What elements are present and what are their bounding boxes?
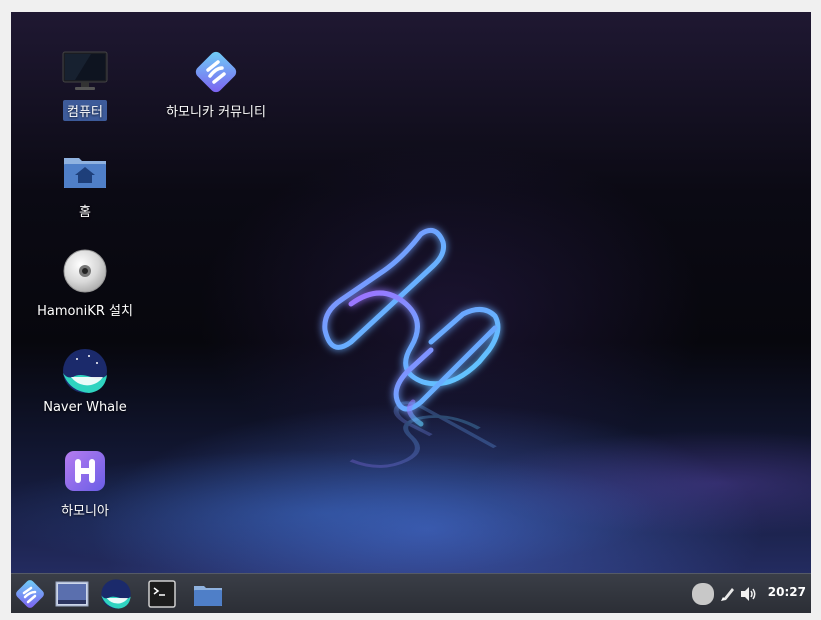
desktop-icon-label: Naver Whale <box>43 400 127 415</box>
monitor-icon <box>62 51 108 90</box>
desktop-icon-install[interactable]: HamoniKR 설치 <box>25 247 145 320</box>
whale-browser-icon <box>101 579 131 609</box>
desktop-icon-hamonia[interactable]: 하모니아 <box>25 447 145 520</box>
whale-launcher-button[interactable] <box>99 578 133 610</box>
clock[interactable]: 20:27 <box>768 585 806 599</box>
desktop-icon-label: 하모니카 커뮤니티 <box>166 105 266 120</box>
files-launcher-button[interactable] <box>191 578 225 610</box>
cd-disc-icon <box>63 249 107 293</box>
menu-button[interactable] <box>13 578 47 610</box>
system-tray: 20:27 <box>691 574 811 613</box>
terminal-launcher-button[interactable] <box>145 578 179 610</box>
wallpaper-logo-art <box>322 227 501 468</box>
show-desktop-button[interactable] <box>55 578 89 610</box>
desktop-icon-home[interactable]: 홈 <box>25 148 145 221</box>
hamonikr-logo-icon <box>195 51 237 93</box>
terminal-icon <box>148 580 176 608</box>
hamonia-icon <box>65 451 105 491</box>
hamonikr-menu-icon <box>16 580 44 608</box>
folder-icon <box>194 586 222 606</box>
user-status-icon[interactable] <box>691 582 715 606</box>
desktop-icon-label: 홈 <box>79 205 91 220</box>
desktop-icon-label: HamoniKR 설치 <box>37 304 133 319</box>
desktop[interactable]: 컴퓨터 하모니카 커뮤니티 홈 HamoniKR 설치 Naver Whale … <box>11 12 811 613</box>
whale-browser-icon <box>63 349 107 393</box>
desktop-icon-label: 컴퓨터 <box>63 100 107 121</box>
show-desktop-icon <box>55 581 89 607</box>
pen-icon[interactable] <box>719 585 737 603</box>
desktop-icon-computer[interactable]: 컴퓨터 <box>25 48 145 121</box>
volume-icon[interactable] <box>740 586 758 602</box>
home-folder-icon <box>64 158 106 188</box>
desktop-icon-hamonikr-community[interactable]: 하모니카 커뮤니티 <box>156 48 276 121</box>
desktop-icon-label: 하모니아 <box>61 504 109 519</box>
desktop-icon-naver-whale[interactable]: Naver Whale <box>25 347 145 416</box>
taskbar: 20:27 <box>11 573 811 613</box>
